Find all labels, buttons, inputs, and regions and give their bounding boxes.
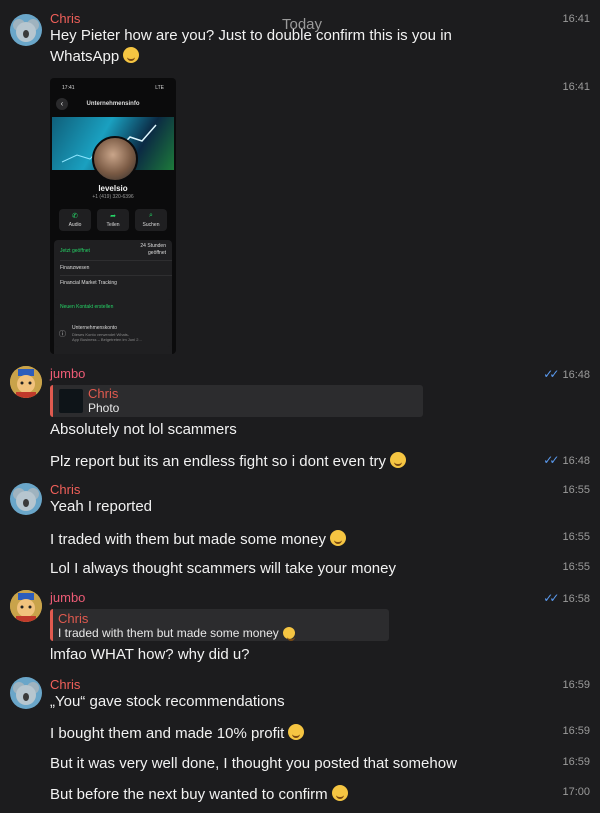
grinning-emoji-icon [331,785,348,801]
share-button: ➦ Teilen [97,209,129,231]
message-text: Hey Pieter how are you? Just to double c… [50,27,452,44]
message-time: 16:59 [562,725,590,737]
quoted-message[interactable]: Chris I traded with them but made some m… [50,609,389,641]
message-text: I bought them and made 10% profit [50,724,305,742]
message-time: 17:00 [562,786,590,798]
hand-over-mouth-emoji-icon [329,530,346,546]
message-text: I traded with them but made some money [50,530,346,548]
message-time: 16:55 [562,561,590,573]
message-time: 16:41 [562,13,590,25]
cartoon-avatar-icon [10,366,42,398]
avatar-chris[interactable] [10,483,42,515]
avatar-jumbo[interactable] [10,590,42,622]
profile-picture [92,136,138,182]
profile-phone: +1 (419) 320-6396 [92,194,134,200]
message-text-line2: WhatsApp [50,47,140,65]
phone-icon: ✆ [72,213,78,220]
new-contact-card: Neuen Kontakt erstellen [54,299,172,315]
hours-value-2: geöffnet [148,250,166,256]
search-button: ⌕ Suchen [135,209,167,231]
avatar-jumbo[interactable] [10,366,42,398]
laughing-tears-emoji-icon [390,452,407,468]
message-time-with-read-receipt: ✓✓ 16:48 [543,367,590,381]
koala-avatar-icon [13,488,39,511]
quoted-photo-thumbnail [59,389,83,413]
share-icon: ➦ [110,213,116,220]
message-time-with-read-receipt: ✓✓ 16:48 [543,453,590,467]
new-contact-link: Neuen Kontakt erstellen [60,304,114,310]
category-1: Finanzwesen [60,265,90,271]
message-time: 16:59 [562,679,590,691]
avatar-chris[interactable] [10,677,42,709]
photo-attachment[interactable]: 17:41 LTE ‹ Unternehmensinfo levelsio +1… [50,78,176,354]
koala-avatar-icon [13,682,39,705]
double-check-icon: ✓✓ [543,367,559,381]
hand-over-mouth-emoji-icon [282,627,295,641]
quoted-text: I traded with them but made some money [58,626,295,641]
business-desc-2: App Business – Beigetreten im Juni 2... [72,337,142,342]
message-text: „You“ gave stock recommendations [50,693,285,710]
message-time: 16:55 [562,484,590,496]
message-time: 16:55 [562,531,590,543]
hours-value-1: 24 Stunden [140,243,166,249]
search-icon: ⌕ [149,212,153,219]
double-check-icon: ✓✓ [543,453,559,467]
message-text: Lol I always thought scammers will take … [50,560,396,577]
info-icon: ⓘ [59,331,66,338]
message-text: lmfao WHAT how? why did u? [50,646,250,663]
audio-button: ✆ Audio [59,209,91,231]
sender-name[interactable]: jumbo [50,366,85,381]
sender-name[interactable]: Chris [50,11,80,26]
message-text: Absolutely not lol scammers [50,421,237,438]
grinning-emoji-icon [123,47,140,63]
profile-name: levelsio [98,184,128,193]
status-network: LTE [155,85,164,91]
message-text: But it was very well done, I thought you… [50,755,457,772]
category-2: Financial Market Tracking [60,280,117,286]
avatar-chris[interactable] [10,14,42,46]
status-time: 17:41 [62,85,75,91]
message-text: But before the next buy wanted to confir… [50,785,348,803]
quoted-sender: Chris [88,386,119,401]
business-title: Unternehmenskonto [72,325,118,331]
sender-name[interactable]: Chris [50,482,80,497]
message-time-with-read-receipt: ✓✓ 16:58 [543,591,590,605]
quoted-sender: Chris [58,611,89,626]
sender-name[interactable]: Chris [50,677,80,692]
message-time: 16:59 [562,756,590,768]
message-text: Yeah I reported [50,498,153,515]
cartoon-avatar-icon [10,590,42,622]
double-check-icon: ✓✓ [543,591,559,605]
screen-title: Unternehmensinfo [86,101,140,107]
koala-avatar-icon [13,19,39,42]
quoted-message[interactable]: Chris Photo [50,385,423,417]
sender-name[interactable]: jumbo [50,590,85,605]
quoted-text: Photo [88,401,120,415]
business-card: ⓘ Unternehmenskonto Dieses Konto verwend… [54,321,172,347]
message-text: Plz report but its an endless fight so i… [50,452,407,470]
shrug-emoji-icon [288,724,305,740]
message-time: 16:41 [562,81,590,93]
